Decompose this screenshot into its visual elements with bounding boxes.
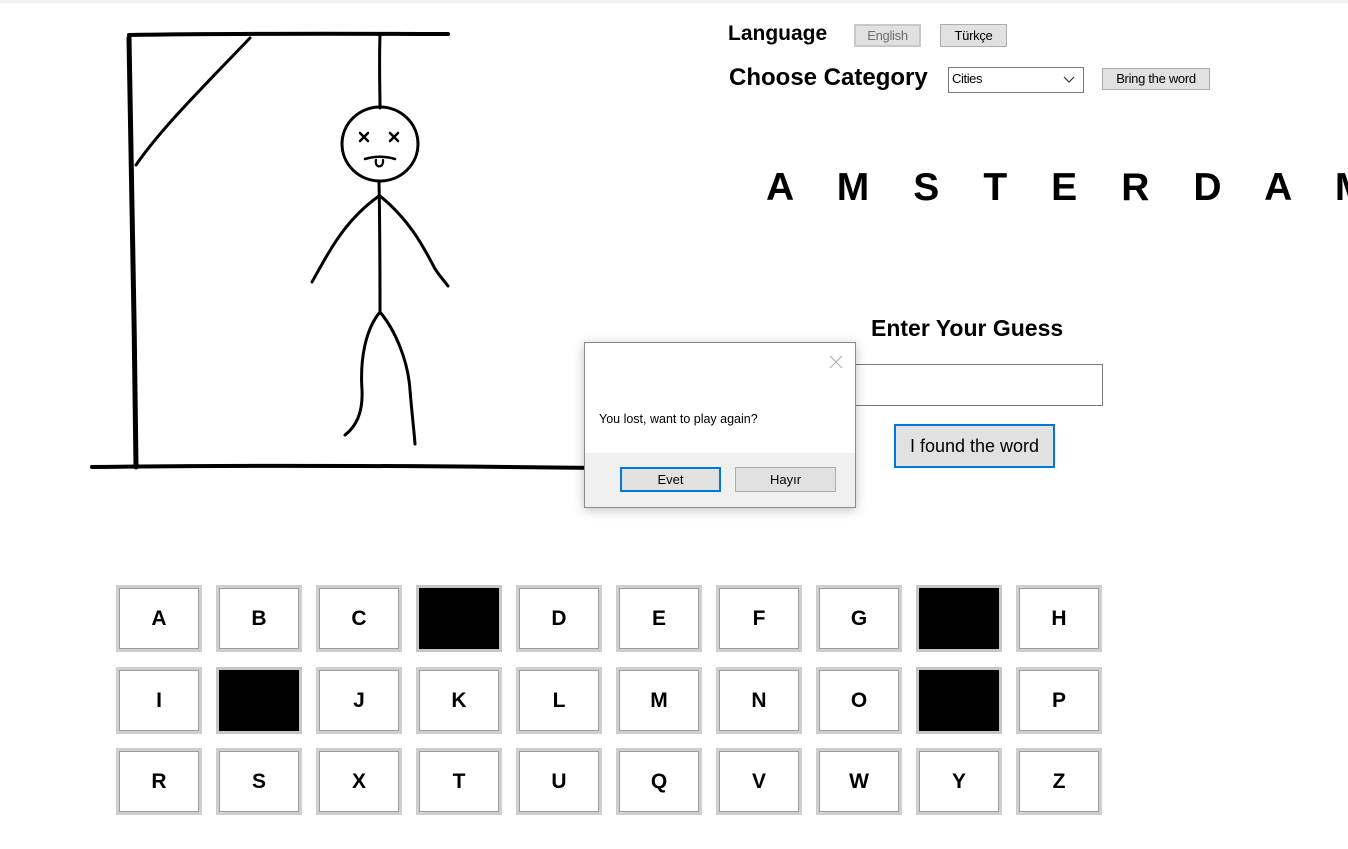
gallows-post	[126, 35, 139, 470]
letter-key[interactable]: V	[716, 748, 802, 815]
letter-key[interactable]: N	[716, 667, 802, 734]
tongue	[374, 158, 385, 168]
gallows-base	[90, 463, 602, 470]
gallows-beam	[127, 31, 450, 37]
letter-key[interactable]: X	[316, 748, 402, 815]
play-again-dialog: You lost, want to play again? Evet Hayır	[584, 342, 856, 508]
letter-key[interactable]: O	[816, 667, 902, 734]
chevron-down-icon	[1063, 76, 1075, 83]
right-arm	[378, 194, 450, 288]
letter-key[interactable]: F	[716, 585, 802, 652]
letter-key[interactable]: C	[316, 585, 402, 652]
hangman-body	[377, 180, 382, 314]
used-letter-key	[916, 667, 1002, 734]
letter-key[interactable]: D	[516, 585, 602, 652]
letter-key[interactable]: J	[316, 667, 402, 734]
guess-input[interactable]	[846, 364, 1103, 406]
guess-label: Enter Your Guess	[871, 315, 1064, 341]
used-letter-key	[916, 585, 1002, 652]
right-leg	[378, 310, 417, 446]
used-letter-key	[416, 585, 502, 652]
close-icon[interactable]	[829, 355, 843, 369]
letter-key[interactable]: E	[616, 585, 702, 652]
no-button[interactable]: Hayır	[735, 467, 836, 492]
letter-key[interactable]: S	[216, 748, 302, 815]
letter-key[interactable]: B	[216, 585, 302, 652]
category-select-value: Cities	[952, 71, 983, 86]
letter-key[interactable]: L	[516, 667, 602, 734]
letter-key[interactable]: R	[116, 748, 202, 815]
right-eye	[388, 131, 400, 143]
hangman-head	[340, 105, 420, 183]
letter-key[interactable]: T	[416, 748, 502, 815]
dialog-footer: Evet Hayır	[585, 453, 855, 507]
letter-key[interactable]: P	[1016, 667, 1102, 734]
window-top-edge	[0, 0, 1348, 3]
letter-key[interactable]: H	[1016, 585, 1102, 652]
english-button[interactable]: English	[854, 24, 921, 47]
letter-key[interactable]: Y	[916, 748, 1002, 815]
letter-key[interactable]: I	[116, 667, 202, 734]
found-word-button[interactable]: I found the word	[894, 424, 1055, 468]
language-label: Language	[728, 22, 828, 45]
letter-key[interactable]: Z	[1016, 748, 1102, 815]
left-eye	[358, 131, 370, 143]
turkce-button[interactable]: Türkçe	[940, 24, 1007, 47]
letter-key[interactable]: Q	[616, 748, 702, 815]
dialog-message: You lost, want to play again?	[599, 412, 758, 426]
category-select[interactable]: Cities	[948, 67, 1084, 93]
bring-word-button[interactable]: Bring the word	[1102, 68, 1210, 90]
used-letter-key	[216, 667, 302, 734]
letter-key[interactable]: K	[416, 667, 502, 734]
gallows-brace	[134, 36, 252, 167]
mouth	[363, 155, 397, 161]
left-arm	[310, 194, 381, 284]
letter-key[interactable]: U	[516, 748, 602, 815]
hangman-drawing	[90, 31, 602, 470]
yes-button[interactable]: Evet	[620, 467, 721, 492]
letter-key[interactable]: A	[116, 585, 202, 652]
letter-key[interactable]: W	[816, 748, 902, 815]
revealed-word: A M S T E R D A M	[766, 166, 1348, 209]
left-leg	[343, 310, 382, 437]
letter-key[interactable]: G	[816, 585, 902, 652]
letter-key[interactable]: M	[616, 667, 702, 734]
category-label: Choose Category	[729, 64, 928, 91]
